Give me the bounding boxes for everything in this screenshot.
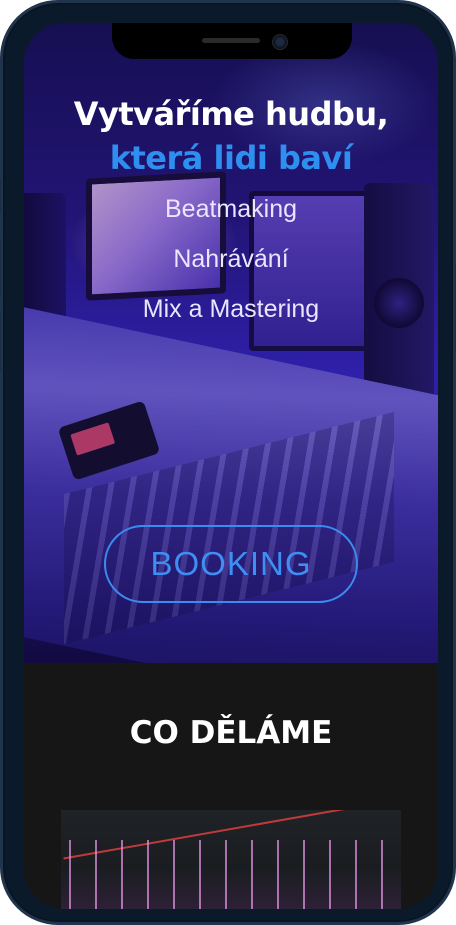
phone-notch (112, 23, 352, 59)
hero-title-line2: která lidi baví (109, 139, 353, 177)
service-beatmaking: Beatmaking (164, 195, 298, 223)
phone-volume-down (0, 313, 1, 373)
phone-side-button (0, 178, 1, 214)
earpiece-speaker (202, 38, 260, 43)
service-recording: Nahrávání (173, 245, 289, 273)
front-camera-icon (272, 34, 288, 50)
daw-audio-bars (61, 840, 401, 909)
phone-frame: Vytváříme hudbu, která lidi baví Beatmak… (0, 0, 456, 925)
phone-screen: Vytváříme hudbu, která lidi baví Beatmak… (24, 23, 438, 909)
daw-preview-image (61, 810, 401, 909)
section-title: CO DĚLÁME (129, 715, 333, 751)
booking-button[interactable]: BOOKING (104, 525, 358, 603)
phone-volume-up (0, 238, 1, 298)
service-mix-mastering: Mix a Mastering (142, 295, 320, 323)
hero-section: Vytváříme hudbu, která lidi baví Beatmak… (24, 23, 438, 663)
hero-title-line1: Vytváříme hudbu, (73, 95, 389, 133)
